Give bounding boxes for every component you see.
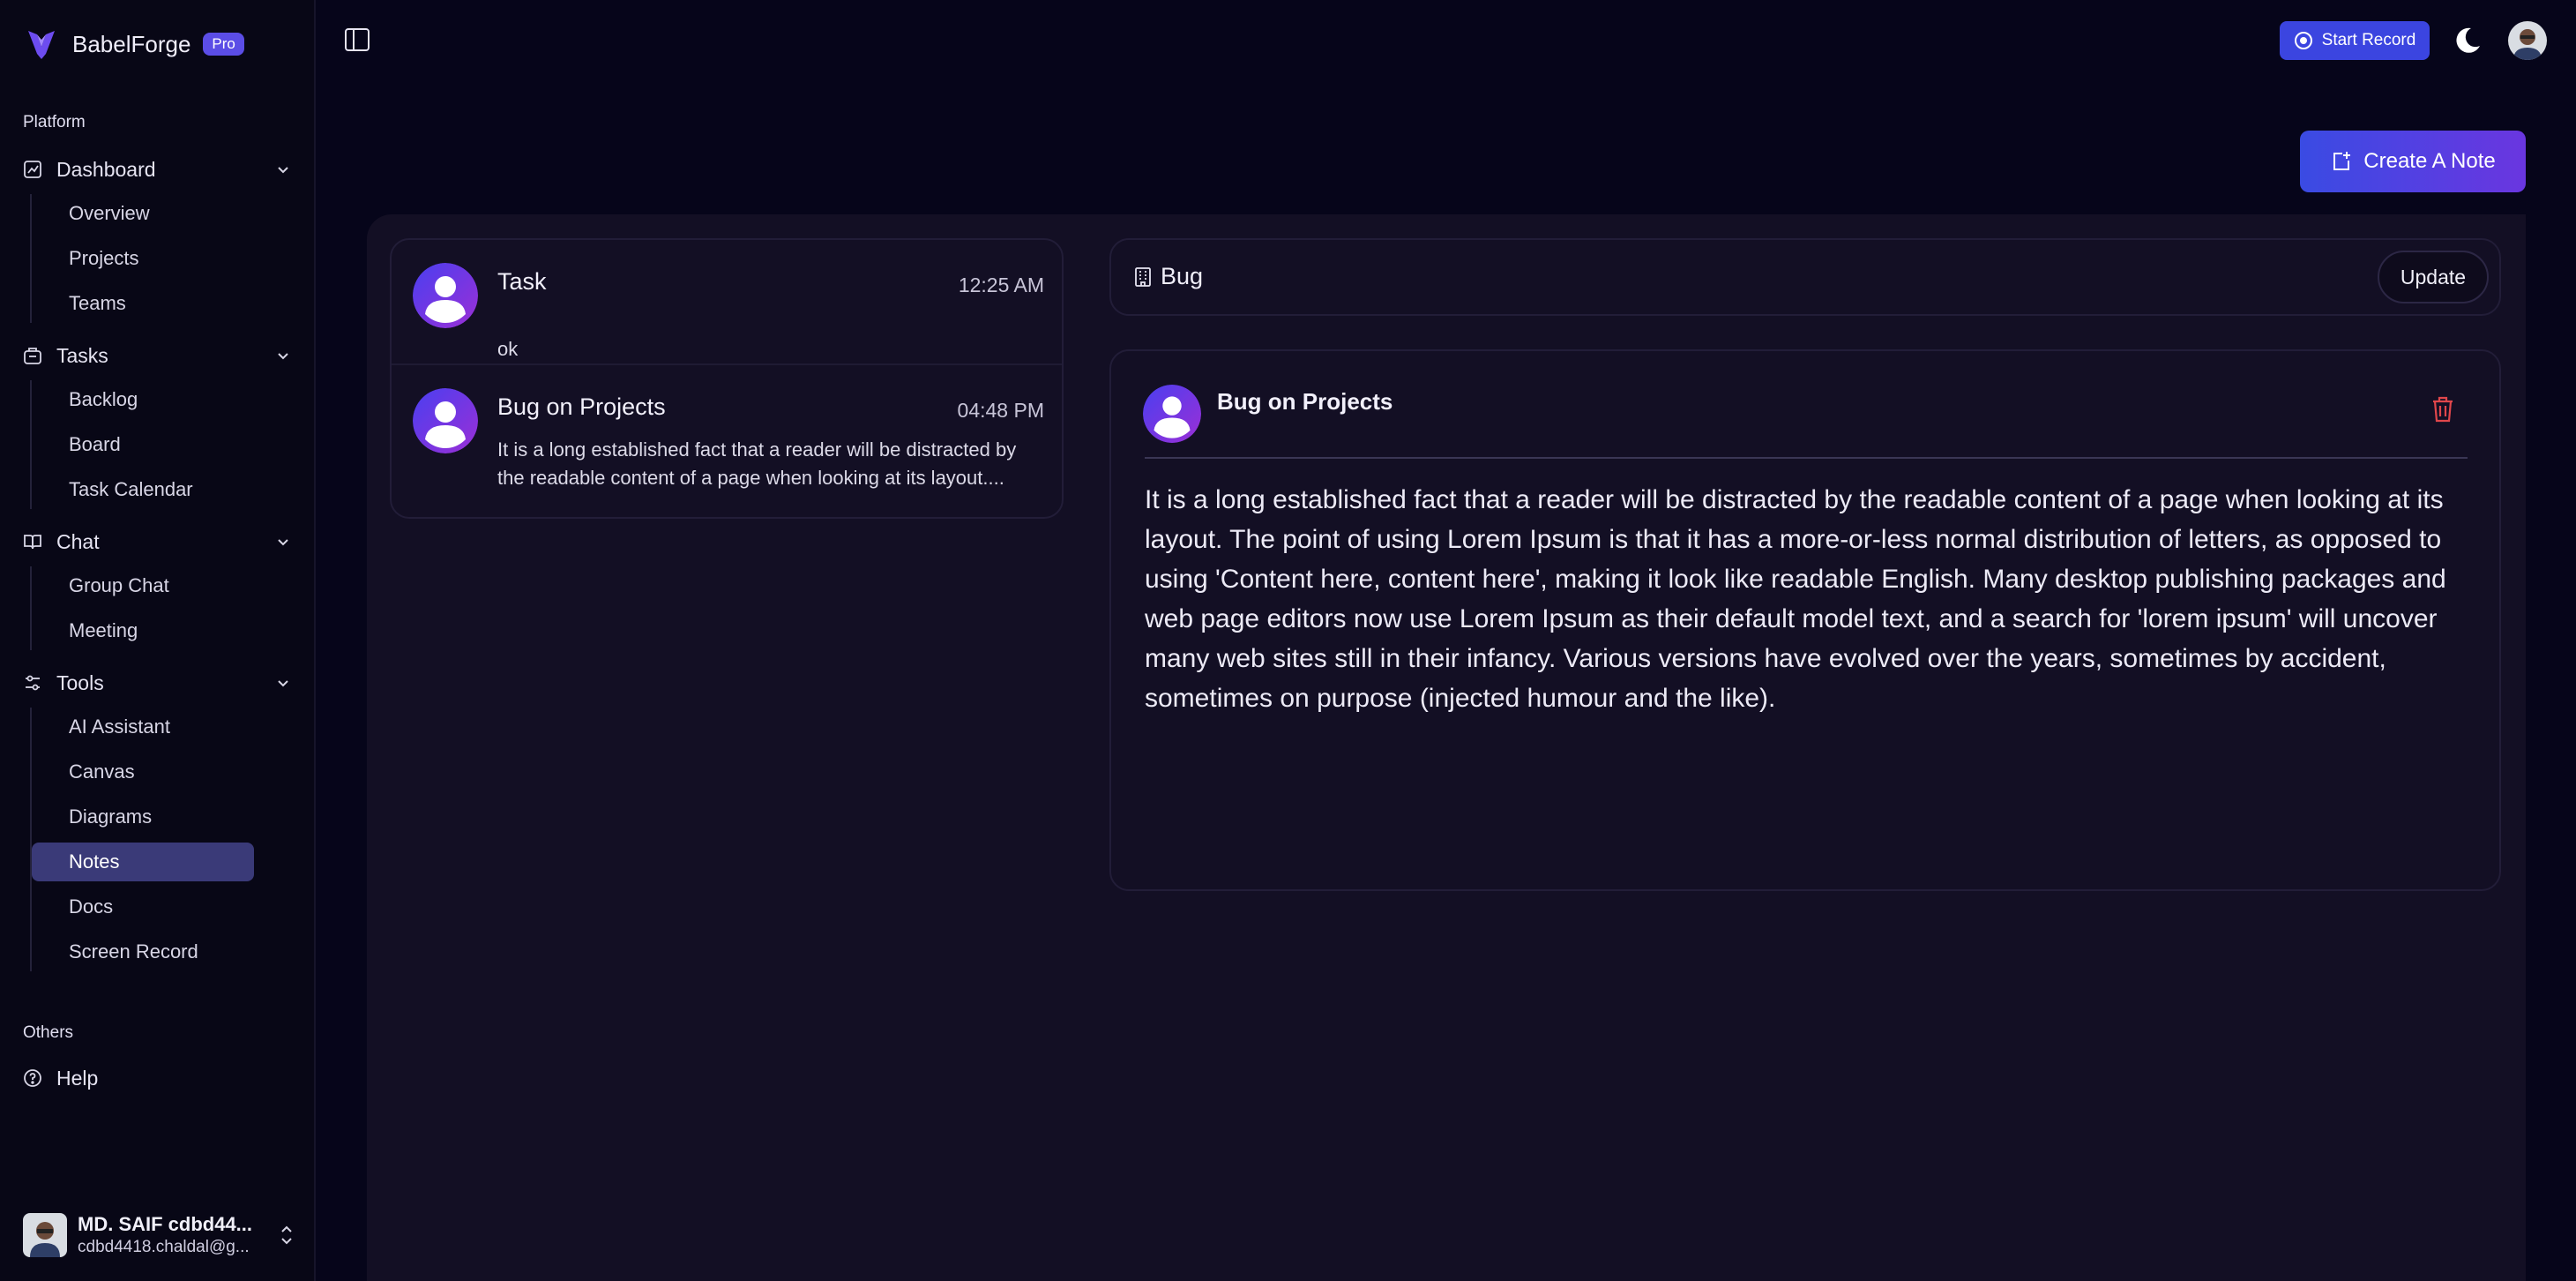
note-title: Bug on Projects — [497, 393, 666, 420]
user-avatar — [23, 1213, 67, 1257]
note-category: Bug — [1161, 263, 1204, 289]
nav-tasks[interactable]: Tasks — [23, 338, 293, 373]
user-avatar-icon — [413, 263, 478, 328]
note-title: Task — [497, 268, 547, 295]
nav-help-label: Help — [56, 1066, 99, 1090]
notes-list: Task 12:25 AM ok Bug on Projects 04:48 P… — [390, 238, 1064, 519]
sidebar-item-board[interactable]: Board — [32, 425, 254, 464]
user-avatar-icon — [413, 388, 478, 453]
app-name: BabelForge — [72, 30, 191, 57]
nav-group-dashboard: Dashboard Overview Projects Teams — [23, 152, 293, 329]
note-detail-header: Bug Update — [1109, 238, 2501, 316]
nav-group-tools: Tools AI Assistant Canvas Diagrams Notes… — [23, 665, 293, 978]
others-section-label: Others — [23, 1023, 74, 1042]
nav-tools[interactable]: Tools — [23, 665, 293, 700]
sliders-icon — [26, 675, 40, 691]
chevron-down-icon[interactable] — [273, 160, 293, 179]
chevron-down-icon[interactable] — [273, 346, 293, 365]
list-item[interactable]: Task 12:25 AM ok — [413, 263, 1044, 360]
help-circle-icon — [24, 1069, 41, 1087]
platform-section-label: Platform — [23, 113, 86, 131]
start-record-label: Start Record — [2321, 31, 2416, 49]
chat-sub-list: Group Chat Meeting — [30, 566, 293, 650]
nav-help[interactable]: Help — [23, 1060, 293, 1096]
sidebar-item-diagrams[interactable]: Diagrams — [32, 798, 254, 836]
nav-tasks-label: Tasks — [56, 343, 108, 367]
sidebar-item-meeting[interactable]: Meeting — [32, 611, 254, 650]
note-preview: It is a long established fact that a rea… — [497, 438, 1017, 489]
user-email: cdbd4418.chaldal@g... — [78, 1238, 250, 1256]
sidebar-item-projects[interactable]: Projects — [32, 239, 254, 278]
nav-group-help: Help — [23, 1060, 293, 1096]
chevrons-up-down-icon[interactable] — [277, 1223, 296, 1247]
note-time: 12:25 AM — [958, 273, 1044, 296]
dashboard-icon — [24, 161, 41, 178]
note-preview: ok — [497, 338, 519, 360]
start-record-button[interactable]: Start Record — [2280, 21, 2430, 60]
record-icon — [2294, 32, 2312, 49]
sidebar-item-group-chat[interactable]: Group Chat — [32, 566, 254, 605]
create-note-button[interactable]: Create A Note — [2300, 131, 2526, 192]
sidebar-item-docs[interactable]: Docs — [32, 888, 254, 926]
pro-badge: Pro — [203, 33, 244, 56]
user-avatar-icon — [1143, 385, 1201, 443]
nav-chat-label: Chat — [56, 529, 100, 553]
chevron-down-icon[interactable] — [273, 532, 293, 551]
nav-group-tasks: Tasks Backlog Board Task Calendar — [23, 338, 293, 515]
sidebar-item-notes[interactable]: Notes — [32, 843, 254, 881]
tasks-sub-list: Backlog Board Task Calendar — [30, 380, 293, 509]
sidebar-item-backlog[interactable]: Backlog — [32, 380, 254, 419]
note-time: 04:48 PM — [957, 399, 1044, 422]
nav-dashboard[interactable]: Dashboard — [23, 152, 293, 187]
sidebar-toggle-icon[interactable] — [344, 26, 370, 53]
tasks-icon — [24, 348, 41, 364]
book-open-icon — [24, 535, 41, 550]
note-add-icon — [2333, 152, 2351, 170]
create-note-label: Create A Note — [2363, 149, 2496, 173]
dashboard-sub-list: Overview Projects Teams — [30, 194, 293, 323]
sidebar-item-screen-record[interactable]: Screen Record — [32, 933, 254, 971]
list-item[interactable]: Bug on Projects 04:48 PM It is a long es… — [413, 388, 1044, 494]
profile-avatar[interactable] — [2508, 21, 2547, 60]
moon-icon[interactable] — [2452, 25, 2483, 56]
tools-sub-list: AI Assistant Canvas Diagrams Notes Docs … — [30, 708, 293, 971]
nav-dashboard-label: Dashboard — [56, 157, 156, 181]
building-icon — [1135, 266, 1151, 287]
note-detail-card: Bug on Projects It is a long established… — [1109, 349, 2501, 891]
nav-group-chat: Chat Group Chat Meeting — [23, 524, 293, 656]
nav-tools-label: Tools — [56, 670, 104, 694]
divider — [392, 363, 1062, 365]
sidebar: BabelForge Pro Platform Dashboard Overvi… — [0, 0, 316, 1281]
user-menu[interactable]: MD. SAIF cdbd44... cdbd4418.chaldal@g... — [23, 1210, 296, 1260]
sidebar-item-task-calendar[interactable]: Task Calendar — [32, 470, 254, 509]
divider — [1145, 457, 2468, 459]
chevron-down-icon[interactable] — [273, 673, 293, 693]
sidebar-item-teams[interactable]: Teams — [32, 284, 254, 323]
note-detail-content: It is a long established fact that a rea… — [1145, 485, 2446, 713]
sidebar-item-overview[interactable]: Overview — [32, 194, 254, 233]
sidebar-item-canvas[interactable]: Canvas — [32, 753, 254, 791]
note-detail-title: Bug on Projects — [1217, 388, 1393, 415]
user-name: MD. SAIF cdbd44... — [78, 1213, 253, 1235]
sidebar-item-ai-assistant[interactable]: AI Assistant — [32, 708, 254, 746]
update-button[interactable]: Update — [2378, 251, 2489, 303]
brand[interactable]: BabelForge Pro — [26, 25, 244, 64]
babelforge-logo-icon — [28, 31, 55, 59]
nav-chat[interactable]: Chat — [23, 524, 293, 559]
trash-icon[interactable] — [2430, 395, 2455, 423]
